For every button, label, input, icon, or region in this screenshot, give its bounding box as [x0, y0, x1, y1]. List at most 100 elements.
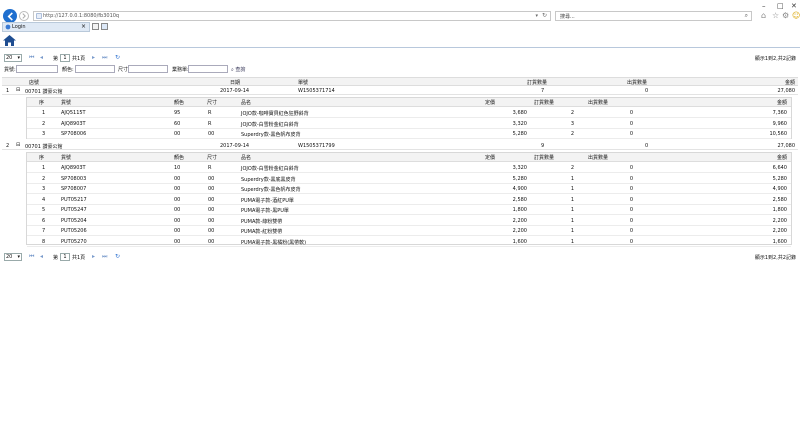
- search-box[interactable]: 搜尋... ⌕: [555, 11, 752, 21]
- search-button[interactable]: ⌕ 查詢: [231, 66, 245, 73]
- ordered-qty: 1: [570, 175, 574, 182]
- price: 1,800: [512, 207, 527, 213]
- tab-close-icon[interactable]: ×: [81, 23, 86, 30]
- filter-sku-input[interactable]: [16, 65, 58, 73]
- detail-row[interactable]: 1 AJQ5115T 95 R JOJO款-咖啡寶貝紅色狂野斜背 3,680 2 0 7,360: [27, 108, 791, 118]
- detail-row[interactable]: 5 PUT05247 00 00 PUMA電子款-黑PU單 1,800 1 0 1,800: [27, 205, 791, 215]
- detail-row[interactable]: 3 SP708007 00 00 Superdry款-黑色帆布皮背 4,900 1 0 4,90…: [27, 184, 791, 194]
- minimize-button[interactable]: –: [762, 2, 766, 10]
- filter-order-input[interactable]: [188, 65, 228, 73]
- browser-tab[interactable]: Login ×: [2, 22, 90, 32]
- order-row[interactable]: 2 ⊟ 00701 讚豪公館 2017-09-14 W1505371799 9 …: [2, 142, 798, 150]
- next-page-icon[interactable]: ▸: [92, 253, 95, 260]
- ordered-qty: 1: [570, 217, 574, 224]
- reload-icon[interactable]: ↻: [542, 12, 547, 19]
- prev-page-icon[interactable]: ◂: [40, 253, 43, 260]
- date: 2017-09-14: [220, 143, 250, 149]
- magnifier-icon[interactable]: ⌕: [745, 12, 748, 20]
- size: 00: [208, 131, 215, 137]
- color: 00: [174, 131, 181, 137]
- next-page-icon[interactable]: ▸: [92, 54, 95, 61]
- page-input[interactable]: 1: [60, 54, 70, 62]
- first-page-icon[interactable]: ⏮: [29, 54, 34, 62]
- collapse-icon[interactable]: ⊟: [16, 142, 20, 148]
- refresh-icon[interactable]: ↻: [115, 54, 120, 61]
- header-divider: [0, 47, 800, 48]
- dcol-seq: 序: [39, 155, 45, 161]
- refresh-icon[interactable]: ↻: [115, 253, 120, 260]
- detail-row[interactable]: 1 AJQ8903T 10 R JOJO款-白雪粉金紅白斜背 3,320 2 0 6,640: [27, 163, 791, 173]
- color: 00: [174, 175, 181, 182]
- ordered-qty: 1: [570, 186, 574, 192]
- page-size-value: 20: [6, 55, 13, 61]
- smiley-icon[interactable]: ☺: [792, 11, 800, 20]
- select-arrow-icon: ▾: [17, 254, 20, 260]
- forward-button[interactable]: [19, 11, 29, 21]
- pager-info: 顯示1到2,共2記錄: [754, 56, 796, 62]
- product-name: JOJO款-白雪粉金紅白斜背: [241, 166, 299, 172]
- filter-order-label: 業務單:: [172, 67, 189, 73]
- detail-row[interactable]: 3 SP708006 00 00 Superdry款-黑色帆布皮背 5,280 2 0 10,5…: [27, 129, 791, 139]
- maximize-button[interactable]: □: [777, 2, 784, 10]
- settings-gear-icon[interactable]: ⚙: [782, 11, 789, 20]
- product-name: PUMA電子款-黑橘粉(黑帶軟): [241, 239, 307, 246]
- prev-page-icon[interactable]: ◂: [40, 54, 43, 61]
- color: 00: [174, 228, 181, 234]
- price: 3,320: [512, 165, 527, 171]
- browser-chrome: – □ ✕ http://127.0.0.1:8080/fb3010q ▾ ↻ …: [0, 0, 800, 34]
- seq: 8: [42, 238, 46, 245]
- last-page-icon[interactable]: ⏭: [102, 54, 107, 62]
- detail-row[interactable]: 2 AJQ8903T 60 R JOJO款-白雪粉金紅白斜背 3,320 3 0 9,960: [27, 119, 791, 129]
- product-name: Superdry款-黑底黑皮背: [241, 176, 296, 183]
- close-window-button[interactable]: ✕: [791, 2, 797, 10]
- tab-list-button[interactable]: [101, 23, 108, 30]
- page-icon: [36, 13, 42, 19]
- detail-row[interactable]: 8 PUT05270 00 00 PUMA電子款-黑橘粉(黑帶軟) 1,600 1 0 1,60…: [27, 237, 791, 247]
- page-size-select[interactable]: 20 ▾: [4, 253, 22, 261]
- dropdown-icon[interactable]: ▾: [535, 13, 538, 19]
- order-row[interactable]: 1 ⊟ 00701 讚豪公館 2017-09-14 W1505371714 7 …: [2, 87, 798, 95]
- search-button-label: 查詢: [235, 67, 246, 73]
- shipped-qty: 0: [629, 196, 633, 203]
- size: R: [208, 120, 212, 127]
- seq: 3: [42, 131, 46, 137]
- seq: 3: [42, 186, 46, 192]
- sku: SP708006: [61, 131, 87, 137]
- pager-info: 顯示1到2,共2記錄: [754, 255, 796, 261]
- home-icon[interactable]: [3, 35, 16, 46]
- collapse-icon[interactable]: ⊟: [16, 87, 20, 93]
- dcol-sku: 貨號: [61, 155, 72, 161]
- seq: 1: [42, 165, 46, 171]
- size: R: [208, 110, 212, 116]
- favorites-star-icon[interactable]: ☆: [772, 11, 779, 20]
- amount: 5,280: [772, 175, 787, 182]
- filter-size-input[interactable]: [128, 65, 168, 73]
- new-tab-button[interactable]: [92, 23, 99, 30]
- first-page-icon[interactable]: ⏮: [29, 253, 34, 261]
- filter-color-input[interactable]: [75, 65, 115, 73]
- detail-row[interactable]: 7 PUT05206 00 00 PUMA款-紅粉雙帶 2,200 1 0 2,200: [27, 226, 791, 236]
- tab-title: Login: [12, 24, 26, 30]
- page-input[interactable]: 1: [60, 253, 70, 261]
- seq: 2: [42, 175, 46, 182]
- page-size-select[interactable]: 20 ▾: [4, 54, 22, 62]
- order-no: W1505371714: [298, 88, 335, 94]
- detail-row[interactable]: 6 PUT05204 00 00 PUMA款-綠粉雙帶 2,200 1 0 2,200: [27, 216, 791, 226]
- address-bar[interactable]: http://127.0.0.1:8080/fb3010q ▾ ↻: [33, 11, 551, 21]
- size: 00: [208, 228, 215, 234]
- product-name: Superdry款-黑色帆布皮背: [241, 187, 301, 193]
- product-name: PUMA電子款-酒紅PU單: [241, 197, 294, 204]
- home-toolbar-icon[interactable]: ⌂: [761, 11, 766, 20]
- amount: 2,580: [772, 196, 787, 203]
- price: 3,680: [512, 110, 527, 116]
- seq: 1: [42, 110, 46, 116]
- detail-row[interactable]: 2 SP708003 00 00 Superdry款-黑底黑皮背 5,280 1 0 5,280: [27, 174, 791, 184]
- last-page-icon[interactable]: ⏭: [102, 253, 107, 261]
- back-button[interactable]: [3, 9, 17, 23]
- store: 00701 讚豪公館: [25, 144, 63, 150]
- detail-row[interactable]: 4 PUT05217 00 00 PUMA電子款-酒紅PU單 2,580 1 0 2,580: [27, 195, 791, 205]
- store: 00701 讚豪公館: [25, 89, 63, 95]
- amount: 1,600: [772, 238, 787, 245]
- sku: AJQ8903T: [61, 165, 86, 171]
- dcol-name: 品名: [241, 100, 252, 106]
